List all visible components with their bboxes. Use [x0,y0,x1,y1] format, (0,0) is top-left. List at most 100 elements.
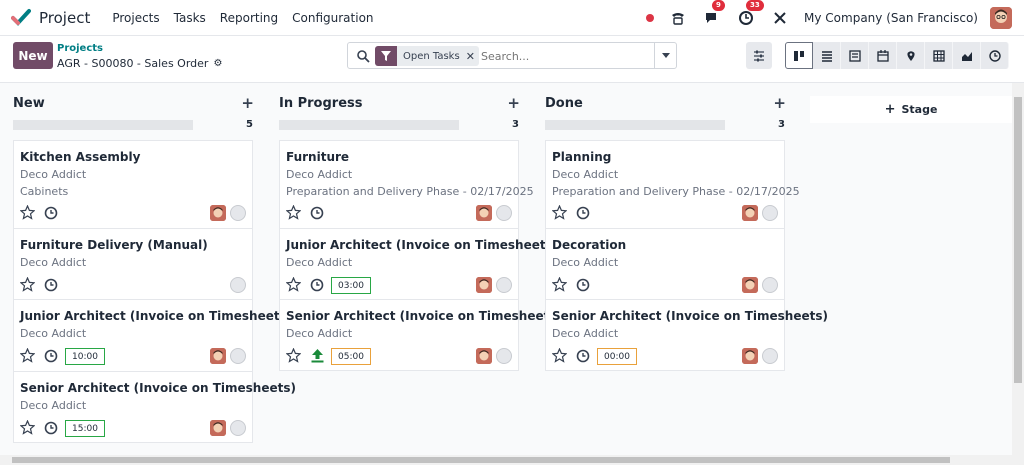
nav-tasks[interactable]: Tasks [174,11,206,25]
kanban-state-toggle[interactable] [230,277,246,293]
card-tag: Cabinets [20,185,69,198]
kanban-state-toggle[interactable] [496,277,512,293]
app-name[interactable]: Project [39,9,90,27]
company-switcher[interactable]: My Company (San Francisco) [804,11,978,25]
star-icon[interactable] [286,277,301,292]
task-card[interactable]: Furniture Deco Addict Preparation and De… [279,140,534,228]
task-card[interactable]: Senior Architect (Invoice on Timesheets)… [13,371,296,443]
nav-projects[interactable]: Projects [112,11,159,25]
card-footer [286,205,512,223]
card-title: Furniture [286,150,350,164]
search-box[interactable]: Open Tasks ✕ [347,42,677,69]
kanban-state-toggle[interactable] [230,205,246,221]
assignee-avatar[interactable] [742,348,758,364]
breadcrumb-projects[interactable]: Projects [57,43,103,54]
assignee-avatar[interactable] [210,348,226,364]
user-avatar[interactable] [990,7,1012,29]
assignee-avatar[interactable] [742,205,758,221]
odoo-check-icon[interactable] [11,8,31,28]
task-card[interactable]: Furniture Delivery (Manual) Deco Addict [13,228,253,299]
nav-configuration[interactable]: Configuration [292,11,373,25]
star-icon[interactable] [552,348,567,363]
new-button[interactable]: New [13,42,53,69]
task-card[interactable]: Junior Architect (Invoice on Timesheets)… [279,228,558,299]
vertical-scrollbar-thumb[interactable] [1014,97,1022,383]
column-title[interactable]: New [13,96,45,111]
star-icon[interactable] [20,205,35,220]
card-customer: Deco Addict [286,327,353,340]
gear-icon[interactable]: ⚙ [213,58,222,69]
view-pivot[interactable] [925,42,953,69]
horizontal-scrollbar-thumb[interactable] [12,457,950,463]
view-gantt[interactable] [841,42,869,69]
quick-create-icon[interactable]: + [507,94,520,112]
quick-create-icon[interactable]: + [241,94,254,112]
activity-clock-icon[interactable] [44,421,58,435]
kanban-state-toggle[interactable] [762,348,778,364]
column-progressbar[interactable] [13,120,193,130]
column-progressbar[interactable] [545,120,725,130]
search-facet: Open Tasks ✕ [375,46,479,66]
assignee-avatar[interactable] [210,205,226,221]
star-icon[interactable] [20,277,35,292]
activity-clock-icon[interactable]: 33 [736,0,764,28]
kanban-state-toggle[interactable] [762,205,778,221]
task-card[interactable]: Senior Architect (Invoice on Timesheets)… [279,299,562,371]
activity-clock-icon[interactable] [576,349,590,363]
view-kanban[interactable] [785,42,813,69]
view-list[interactable] [813,42,841,69]
column-title[interactable]: In Progress [279,96,363,111]
assignee-avatar[interactable] [210,420,226,436]
search-icon[interactable] [356,49,370,63]
activity-clock-icon[interactable] [310,278,324,292]
debug-tools-icon[interactable] [770,8,790,28]
search-input[interactable] [481,48,651,64]
view-calendar[interactable] [869,42,897,69]
task-card[interactable]: Senior Architect (Invoice on Timesheets)… [545,299,828,371]
card-customer: Deco Addict [20,399,87,412]
view-graph[interactable] [953,42,981,69]
allocated-hours-badge: 15:00 [65,420,105,437]
nav-reporting[interactable]: Reporting [220,11,278,25]
task-card[interactable]: Kitchen Assembly Deco Addict Cabinets [13,140,253,228]
task-card[interactable]: Decoration Deco Addict [545,228,785,299]
activity-clock-icon[interactable] [44,349,58,363]
add-stage-button[interactable]: + Stage [810,96,1012,123]
kanban-state-toggle[interactable] [230,348,246,364]
horizontal-scrollbar[interactable] [0,455,1024,465]
activity-clock-icon[interactable] [44,278,58,292]
assignee-avatar[interactable] [742,277,758,293]
kanban-state-toggle[interactable] [496,348,512,364]
activity-clock-icon[interactable] [576,206,590,220]
assignee-avatar[interactable] [476,205,492,221]
quick-create-icon[interactable]: + [773,94,786,112]
activity-clock-icon[interactable] [44,206,58,220]
star-icon[interactable] [286,348,301,363]
control-settings-button[interactable] [746,42,772,69]
column-progressbar[interactable] [279,120,459,130]
assignee-avatar[interactable] [476,277,492,293]
activity-clock-icon[interactable] [310,206,324,220]
task-card[interactable]: Planning Deco Addict Preparation and Del… [545,140,800,228]
activity-badge: 33 [746,0,764,11]
kanban-state-toggle[interactable] [496,205,512,221]
star-icon[interactable] [552,277,567,292]
upload-arrow-icon[interactable] [310,348,325,363]
chat-icon[interactable]: 9 [702,0,725,28]
assignee-avatar[interactable] [476,348,492,364]
view-map[interactable] [897,42,925,69]
activity-clock-icon[interactable] [576,278,590,292]
facet-close-icon[interactable]: ✕ [466,50,479,63]
star-icon[interactable] [20,420,35,435]
task-card[interactable]: Junior Architect (Invoice on Timesheets)… [13,299,292,371]
phone-icon[interactable] [668,8,688,28]
kanban-state-toggle[interactable] [230,420,246,436]
vertical-scrollbar[interactable] [1012,83,1024,455]
kanban-state-toggle[interactable] [762,277,778,293]
view-activity[interactable] [981,42,1009,69]
star-icon[interactable] [20,348,35,363]
column-title[interactable]: Done [545,96,583,111]
star-icon[interactable] [552,205,567,220]
star-icon[interactable] [286,205,301,220]
search-options-toggle[interactable] [654,43,676,68]
